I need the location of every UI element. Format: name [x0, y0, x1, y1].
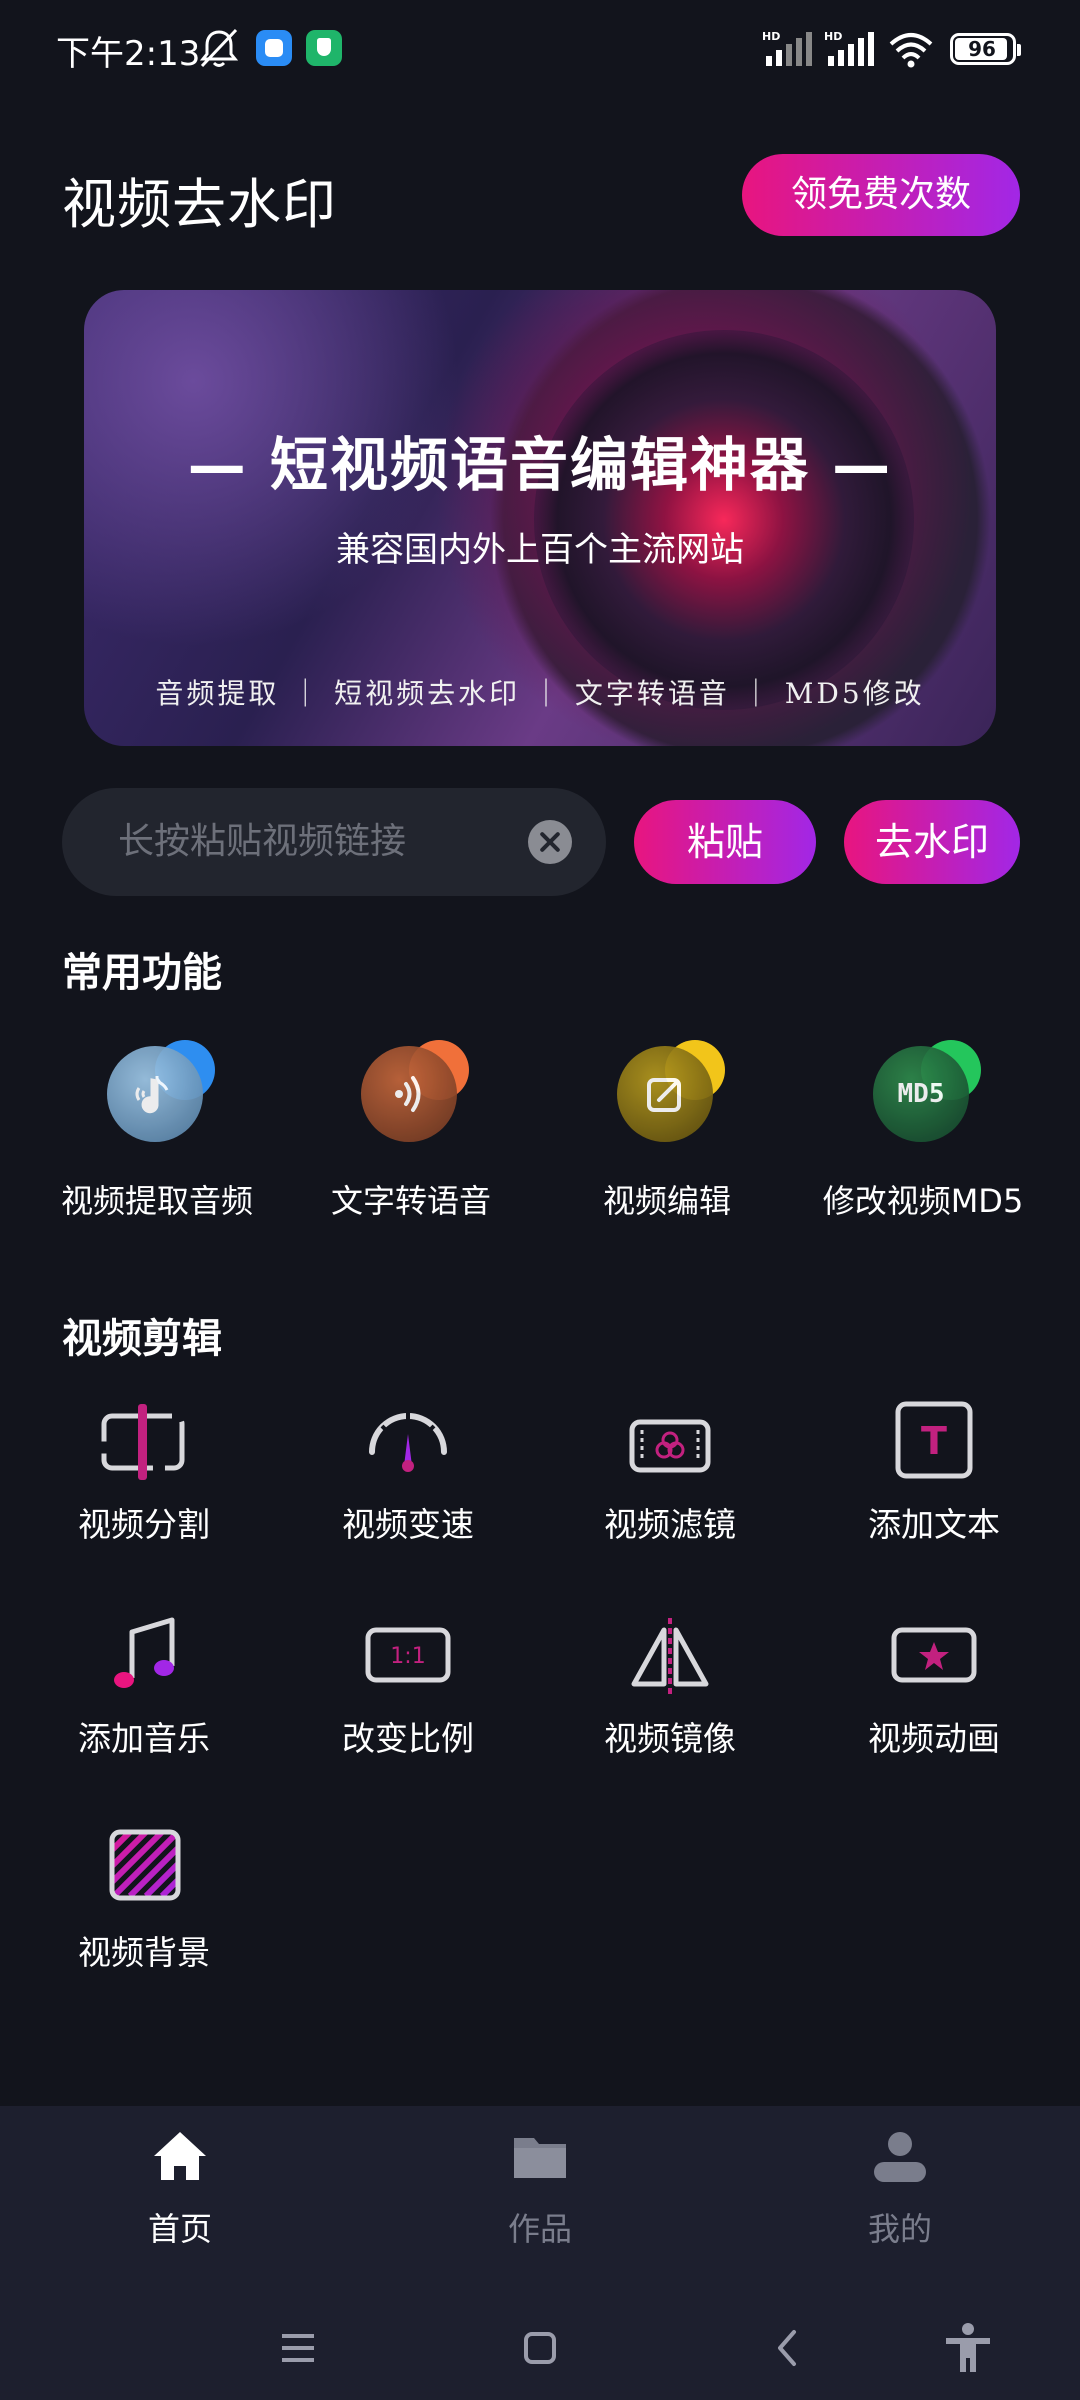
wifi-icon — [889, 33, 933, 68]
split-icon — [101, 1404, 185, 1480]
tool-change-ratio[interactable]: 1:1 改变比例 — [278, 1608, 538, 1788]
tool-label: 改变比例 — [342, 1719, 474, 1758]
text-icon: T — [895, 1401, 973, 1479]
nav-label: 首页 — [147, 2210, 212, 2248]
menu-icon[interactable] — [270, 2320, 326, 2376]
tool-video-split[interactable]: 视频分割 — [14, 1394, 274, 1574]
feature-text-to-speech[interactable]: 文字转语音 — [276, 1036, 546, 1226]
feature-video-edit[interactable]: 视频编辑 — [532, 1036, 802, 1226]
nav-me[interactable]: 我的 — [800, 2126, 1000, 2248]
nav-label: 作品 — [507, 2210, 572, 2248]
system-navigation-bar — [0, 2296, 1080, 2400]
home-icon — [154, 2132, 206, 2180]
nav-home[interactable]: 首页 — [80, 2126, 280, 2248]
ratio-icon: 1:1 — [365, 1627, 451, 1683]
free-credits-button[interactable]: 领免费次数 — [742, 154, 1020, 236]
hd-signal-icon: HD — [824, 30, 874, 66]
tool-label: 视频分割 — [78, 1505, 210, 1544]
banner-title: — 短视频语音编辑神器 — — [187, 431, 893, 499]
tool-video-background[interactable]: 视频背景 — [14, 1822, 274, 2002]
speedometer-icon — [369, 1412, 447, 1472]
clear-icon[interactable] — [528, 820, 572, 864]
music-icon — [114, 1617, 175, 1688]
camera-lens-image — [534, 330, 914, 710]
promo-banner[interactable]: — 短视频语音编辑神器 — 兼容国内外上百个主流网站 音频提取 ｜ 短视频去水印… — [84, 290, 996, 746]
app-icon-green-shield — [306, 30, 342, 66]
md5-icon: MD5 — [863, 1036, 983, 1146]
paste-button[interactable]: 粘贴 — [634, 800, 816, 884]
svg-text:HD: HD — [762, 30, 780, 43]
mirror-icon — [631, 1618, 709, 1696]
accessibility-icon[interactable] — [940, 2320, 996, 2376]
star-icon — [891, 1627, 977, 1683]
music-note-icon — [97, 1036, 217, 1146]
tool-label: 视频变速 — [342, 1505, 474, 1544]
tool-label: 视频滤镜 — [604, 1505, 736, 1544]
folder-icon — [514, 2138, 566, 2178]
hd-signal-icon: HD — [762, 30, 812, 66]
banner-tags: 音频提取 ｜ 短视频去水印 ｜ 文字转语音 ｜ MD5修改 — [155, 677, 925, 710]
feature-modify-md5[interactable]: MD5 修改视频MD5 — [788, 1036, 1058, 1226]
user-icon — [874, 2132, 926, 2182]
remove-watermark-button[interactable]: 去水印 — [844, 800, 1020, 884]
status-time: 下午2:13 — [56, 34, 201, 74]
home-square-icon[interactable] — [512, 2320, 568, 2376]
feature-extract-audio[interactable]: 视频提取音频 — [22, 1036, 292, 1226]
tool-label: 视频背景 — [78, 1933, 210, 1972]
feature-label: 文字转语音 — [330, 1182, 491, 1220]
app-icon-blue — [256, 30, 292, 66]
tool-label: 视频镜像 — [604, 1719, 736, 1758]
tool-add-music[interactable]: 添加音乐 — [14, 1608, 274, 1788]
svg-text:HD: HD — [824, 30, 842, 43]
tool-video-speed[interactable]: 视频变速 — [278, 1394, 538, 1574]
feature-label: 视频提取音频 — [60, 1182, 253, 1220]
back-icon[interactable] — [760, 2320, 816, 2376]
video-link-input[interactable]: 长按粘贴视频链接 — [62, 788, 606, 896]
battery-level: 96 — [968, 37, 996, 61]
edit-icon — [607, 1036, 727, 1146]
text-icon-glyph: T — [921, 1419, 947, 1463]
ratio-icon-glyph: 1:1 — [390, 1644, 425, 1669]
tool-label: 视频动画 — [868, 1719, 1000, 1758]
status-bar: 下午2:13 HD HD 96 — [0, 0, 1080, 100]
background-icon — [109, 1829, 181, 1901]
banner-subtitle: 兼容国内外上百个主流网站 — [336, 530, 744, 570]
md5-icon-text: MD5 — [897, 1079, 945, 1109]
nav-label: 我的 — [867, 2210, 932, 2248]
common-section-title: 常用功能 — [62, 950, 222, 996]
bottom-navigation: 首页 作品 我的 — [0, 2106, 1080, 2400]
battery-icon: 96 — [950, 33, 1021, 65]
video-link-placeholder: 长按粘贴视频链接 — [118, 821, 407, 862]
nav-works[interactable]: 作品 — [440, 2126, 640, 2248]
filter-icon — [629, 1419, 711, 1473]
bell-muted-icon — [199, 28, 239, 68]
tool-add-text[interactable]: T 添加文本 — [804, 1394, 1064, 1574]
tool-label: 添加音乐 — [78, 1719, 210, 1758]
tool-video-animation[interactable]: 视频动画 — [804, 1608, 1064, 1788]
tool-video-mirror[interactable]: 视频镜像 — [540, 1608, 800, 1788]
feature-label: 修改视频MD5 — [822, 1182, 1024, 1220]
tool-label: 添加文本 — [868, 1505, 1000, 1544]
video-edit-section-title: 视频剪辑 — [62, 1316, 222, 1362]
tool-video-filter[interactable]: 视频滤镜 — [540, 1394, 800, 1574]
sound-wave-icon — [351, 1036, 471, 1146]
feature-label: 视频编辑 — [602, 1182, 731, 1220]
page-title: 视频去水印 — [62, 173, 337, 236]
